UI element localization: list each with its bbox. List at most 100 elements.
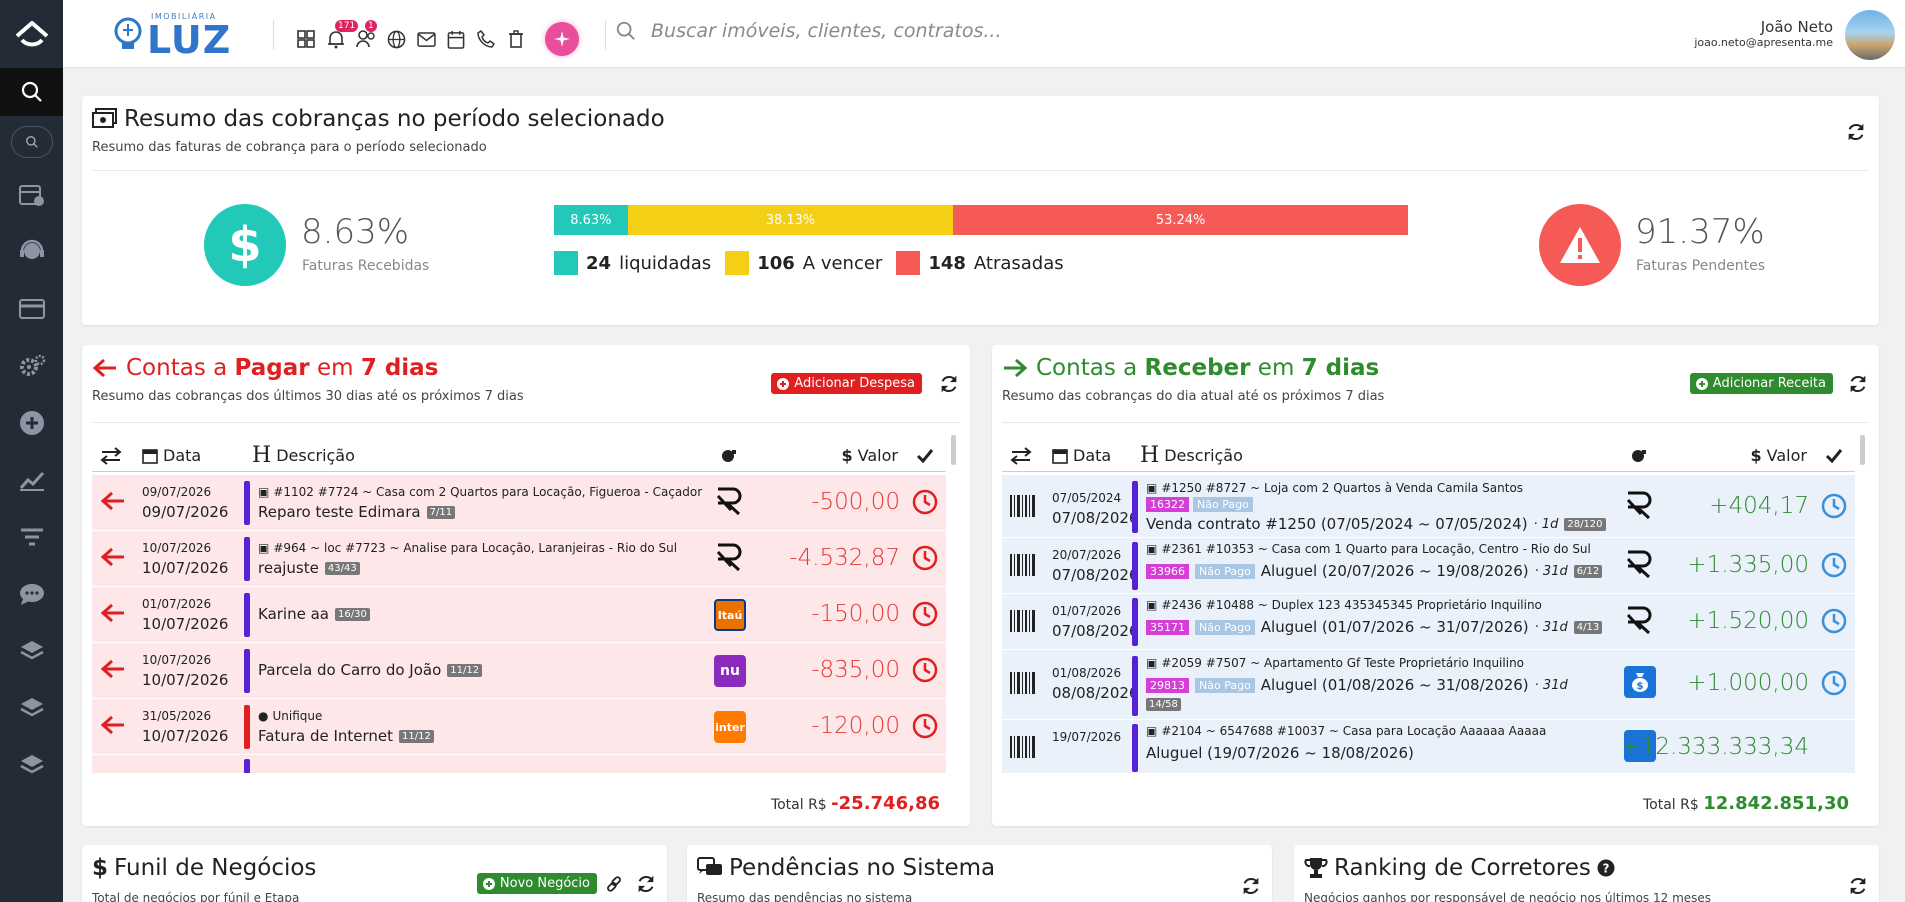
- legend-swatch: [896, 251, 921, 275]
- user-info[interactable]: João Neto joao.neto@apresenta.me: [1694, 18, 1833, 49]
- refresh-icon[interactable]: [1847, 373, 1869, 395]
- bank-name: inter: [715, 720, 745, 734]
- phone-icon[interactable]: [475, 28, 497, 50]
- clock-icon[interactable]: [912, 545, 938, 571]
- row-color-bar: [244, 537, 250, 581]
- row-color-bar: [1132, 542, 1138, 590]
- table-row[interactable]: 01/08/2026 08/08/2026 ▣ #2059 #7507 ~ Apa…: [1002, 650, 1855, 720]
- bank-col-icon[interactable]: [1630, 447, 1648, 465]
- col-description[interactable]: H Descrição: [1140, 443, 1243, 468]
- col-description[interactable]: H Descrição: [252, 443, 355, 468]
- apps-grid-icon[interactable]: [295, 28, 317, 50]
- col-date[interactable]: Data: [142, 446, 201, 465]
- scrollbar[interactable]: [951, 435, 956, 465]
- bank-col-icon[interactable]: [720, 447, 738, 465]
- sidebar-quick-search-button[interactable]: [10, 126, 53, 158]
- legend-atrasadas: 148 Atrasadas: [896, 251, 1064, 275]
- ai-assistant-button[interactable]: [545, 22, 579, 56]
- heading-icon: H: [1140, 443, 1160, 468]
- trash-icon[interactable]: [505, 28, 527, 50]
- sidebar-layers-icon[interactable]: [0, 622, 63, 679]
- new-deal-button[interactable]: Novo Negócio: [476, 873, 597, 894]
- table-row[interactable]: 01/07/2026 07/08/2026 ▣ #2436 #10488 ~ Du…: [1002, 594, 1855, 650]
- row-meta: ▣ #2361 #10353 ~ Casa com 1 Quarto para L…: [1146, 542, 1591, 556]
- global-search-input[interactable]: [651, 20, 1251, 42]
- row-meta-text: #2361 #10353 ~ Casa com 1 Quarto para Lo…: [1161, 542, 1591, 556]
- col-value[interactable]: $ Valor: [842, 446, 898, 465]
- sidebar-settings-icon[interactable]: [0, 337, 63, 394]
- sidebar-reports-icon[interactable]: [0, 451, 63, 508]
- code-tag: 33966: [1146, 563, 1189, 579]
- calendar-icon[interactable]: [445, 28, 467, 50]
- col-value[interactable]: $ Valor: [1751, 446, 1807, 465]
- clock-icon[interactable]: [912, 657, 938, 683]
- table-row[interactable]: 01/07/2026 10/07/2026 Karine aa 16/30 Ita…: [92, 587, 946, 643]
- ranking-title: Ranking de Corretores: [1334, 855, 1591, 881]
- refresh-icon[interactable]: [1845, 121, 1867, 143]
- clock-icon[interactable]: [912, 489, 938, 515]
- table-row[interactable]: 09/07/2026 09/07/2026 ▣ #1102 #7724 ~ Cas…: [92, 475, 946, 531]
- brand-logo[interactable]: IMOBILIÁRIA LUZ: [111, 12, 231, 60]
- swap-icon[interactable]: [1010, 446, 1032, 465]
- receivable-subtitle: Resumo das cobranças do dia atual até os…: [1002, 389, 1385, 404]
- mail-icon[interactable]: [415, 28, 437, 50]
- ranking-subtitle: Negócios ganhos por responsável de negóc…: [1304, 891, 1712, 902]
- sidebar-layers-icon-2[interactable]: [0, 679, 63, 736]
- swap-icon[interactable]: [100, 446, 122, 465]
- check-icon[interactable]: [1825, 448, 1843, 464]
- row-meta-text: #2436 #10488 ~ Duplex 123 435345345 Prop…: [1161, 598, 1542, 612]
- refresh-icon[interactable]: [938, 373, 960, 395]
- check-icon[interactable]: [916, 448, 934, 464]
- row-color-bar: [1132, 656, 1138, 716]
- sidebar-support-icon[interactable]: [0, 223, 63, 280]
- col-date[interactable]: Data: [1052, 446, 1111, 465]
- add-income-button[interactable]: Adicionar Receita: [1689, 373, 1833, 394]
- table-row[interactable]: 20/07/2026 07/08/2026 ▣ #2361 #10353 ~ Ca…: [1002, 538, 1855, 594]
- help-icon[interactable]: ?: [1597, 859, 1615, 877]
- clock-icon[interactable]: [912, 713, 938, 739]
- notifications-bell-icon[interactable]: 171: [325, 20, 359, 50]
- add-expense-button[interactable]: Adicionar Despesa: [771, 373, 922, 394]
- table-row[interactable]: 10/07/2026 10/07/2026 Parcela do Carro d…: [92, 643, 946, 699]
- sidebar-finance-icon[interactable]: [0, 280, 63, 337]
- row-date-issue: 10/07/2026: [142, 541, 212, 555]
- row-value: +1.335,00: [1687, 552, 1809, 578]
- sidebar-search-icon[interactable]: [0, 68, 63, 116]
- home-logo-icon[interactable]: [0, 0, 63, 68]
- link-icon[interactable]: [605, 875, 623, 893]
- avatar[interactable]: [1845, 10, 1895, 60]
- row-desc-text: Venda contrato #1250 (07/05/2024 ~ 07/05…: [1146, 515, 1528, 533]
- refresh-icon[interactable]: [1240, 875, 1262, 897]
- table-row[interactable]: 10/07/2026 10/07/2026 ▣ #964 ~ loc #7723 …: [92, 531, 946, 587]
- sidebar-calendar-icon[interactable]: [0, 166, 63, 223]
- code-tag: 35171: [1146, 619, 1189, 635]
- sidebar-chat-icon[interactable]: [0, 565, 63, 622]
- sidebar-add-icon[interactable]: [0, 394, 63, 451]
- row-meta: ▣ #2059 #7507 ~ Apartamento Gf Teste Prop…: [1146, 656, 1524, 670]
- clock-icon[interactable]: [1821, 493, 1847, 519]
- row-meta-text: #2059 #7507 ~ Apartamento Gf Teste Propr…: [1161, 656, 1525, 670]
- globe-icon[interactable]: [385, 28, 407, 50]
- refresh-icon[interactable]: [635, 873, 657, 895]
- clock-icon[interactable]: [1821, 670, 1847, 696]
- divider: [92, 422, 960, 423]
- table-row[interactable]: 31/05/2026 10/07/2026 ● Unifique Fatura d…: [92, 699, 946, 755]
- table-row-partial[interactable]: [92, 755, 946, 773]
- clock-icon[interactable]: [1821, 608, 1847, 634]
- sidebar-filter-icon[interactable]: [0, 508, 63, 565]
- table-row[interactable]: 07/05/2024 07/08/2026 ▣ #1250 #8727 ~ Loj…: [1002, 475, 1855, 538]
- sidebar-layers-icon-3[interactable]: [0, 736, 63, 793]
- clock-icon[interactable]: [1821, 552, 1847, 578]
- payable-rows: 09/07/2026 09/07/2026 ▣ #1102 #7724 ~ Cas…: [92, 475, 946, 773]
- clock-icon[interactable]: [912, 601, 938, 627]
- document-icon: ▣: [258, 541, 270, 555]
- receivable-total: Total R$ 12.842.851,30: [1643, 793, 1849, 814]
- scrollbar[interactable]: [1860, 435, 1865, 465]
- row-description: Reparo teste Edimara 7/11: [258, 503, 456, 521]
- table-row[interactable]: 19/07/2026 ▣ #2104 ~ 6547688 #10037 ~ Cas…: [1002, 720, 1855, 773]
- refresh-icon[interactable]: [1847, 875, 1869, 897]
- users-icon[interactable]: 1: [355, 20, 377, 50]
- row-desc-text: Karine aa: [258, 605, 329, 623]
- header-divider: [273, 20, 274, 50]
- arrow-left-icon: [100, 715, 124, 735]
